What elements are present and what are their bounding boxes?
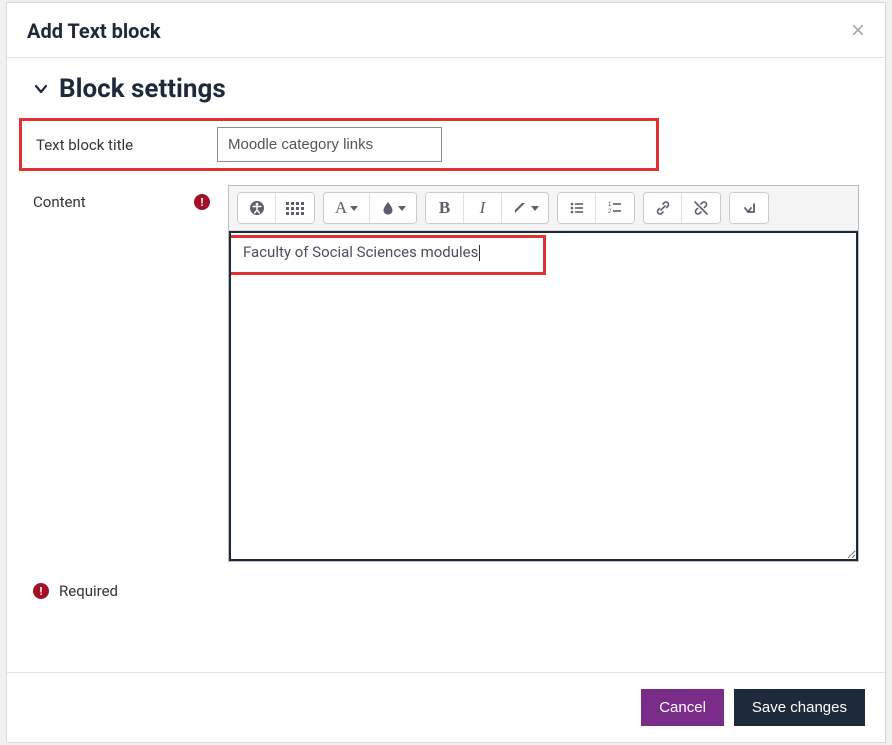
required-label: Required (59, 582, 118, 600)
accessibility-button[interactable] (238, 193, 276, 223)
section-header[interactable]: Block settings (33, 74, 859, 104)
title-field-highlight: Text block title (19, 118, 659, 171)
bold-button[interactable]: B (426, 193, 464, 223)
modal-header: Add Text block × (7, 3, 885, 58)
rich-text-editor: A B I (228, 185, 859, 562)
bulleted-list-button[interactable] (558, 193, 596, 223)
ol-icon: 12 (607, 200, 623, 216)
required-icon: ! (33, 583, 49, 599)
text-color-button[interactable] (370, 193, 416, 223)
unlink-icon (693, 200, 709, 216)
content-row: Content ! (33, 185, 859, 562)
font-family-button[interactable]: A (324, 193, 370, 223)
link-icon (655, 200, 671, 216)
cancel-button[interactable]: Cancel (641, 689, 724, 726)
editor-toolbar: A B I (229, 186, 858, 231)
content-field-col: A B I (228, 185, 859, 562)
bold-icon: B (439, 198, 450, 218)
text-block-title-input[interactable] (217, 127, 442, 162)
italic-icon: I (480, 198, 486, 218)
toggle-toolbar-button[interactable] (730, 193, 768, 223)
editor-area[interactable]: Faculty of Social Sciences modules (229, 231, 858, 561)
content-label: Content (33, 193, 86, 211)
chevron-down-icon (33, 81, 49, 97)
modal-body: Block settings Text block title Content … (7, 58, 885, 672)
droplet-icon (381, 201, 395, 215)
required-icon: ! (194, 194, 210, 210)
character-map-button[interactable] (276, 193, 314, 223)
editor-content[interactable]: Faculty of Social Sciences modules (231, 233, 856, 271)
required-note: ! Required (33, 582, 859, 600)
add-text-block-modal: Add Text block × Block settings Text blo… (6, 2, 886, 743)
accessibility-icon (249, 200, 265, 216)
close-button[interactable]: × (851, 19, 865, 43)
link-button[interactable] (644, 193, 682, 223)
save-changes-button[interactable]: Save changes (734, 689, 865, 726)
content-label-col: Content ! (33, 185, 228, 211)
modal-footer: Cancel Save changes (7, 672, 885, 742)
svg-text:2: 2 (608, 209, 612, 215)
brush-icon (512, 200, 528, 216)
modal-title: Add Text block (27, 19, 161, 43)
italic-button[interactable]: I (464, 193, 502, 223)
unlink-button[interactable] (682, 193, 720, 223)
numbered-list-button[interactable]: 12 (596, 193, 634, 223)
svg-text:1: 1 (608, 202, 612, 208)
arrow-down-icon (742, 201, 756, 215)
highlight-button[interactable] (502, 193, 548, 223)
font-icon: A (335, 198, 347, 218)
ul-icon (569, 200, 585, 216)
section-title: Block settings (59, 74, 226, 104)
title-label: Text block title (36, 136, 217, 154)
grid-icon (286, 202, 304, 215)
